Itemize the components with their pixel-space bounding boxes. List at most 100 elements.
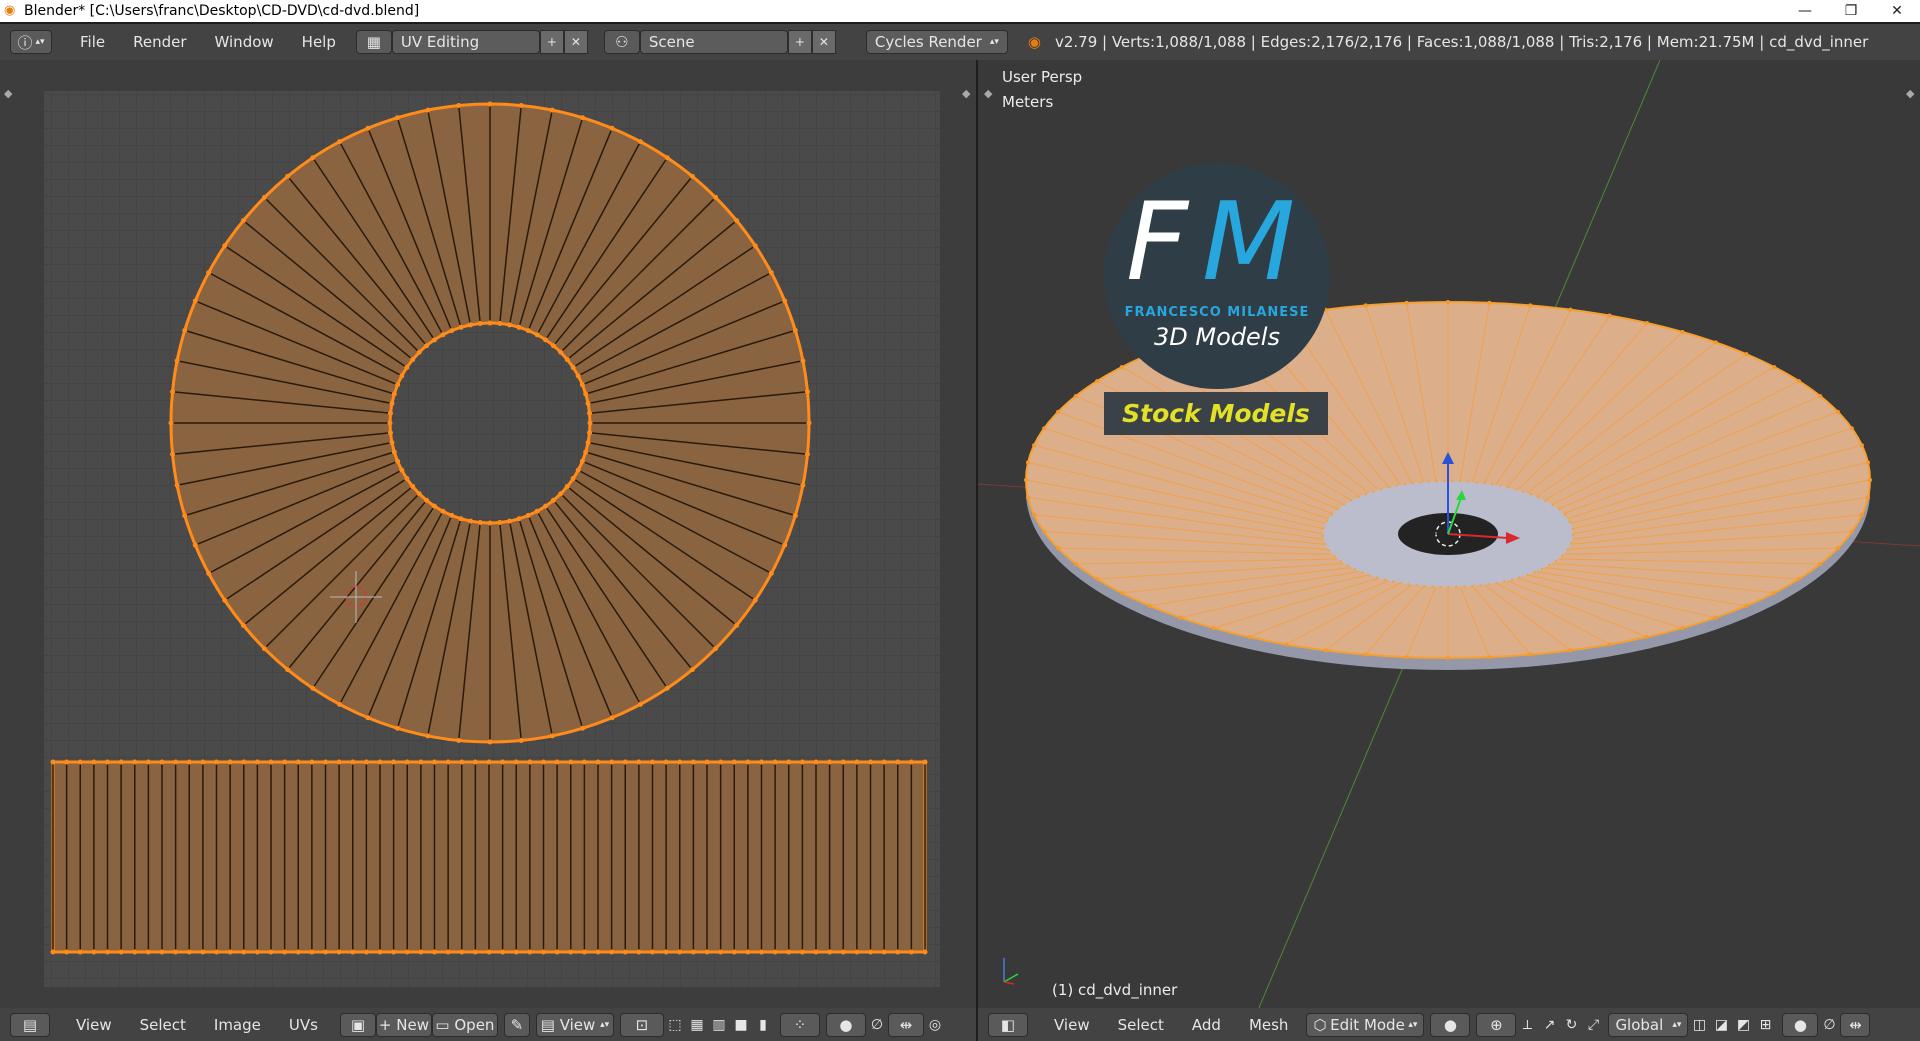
mesh-vertex[interactable] [1865, 495, 1870, 500]
region-toggle-icon[interactable]: ◆ [984, 87, 993, 100]
mesh-vertex[interactable] [1446, 656, 1450, 660]
add-screen-icon[interactable]: + [539, 30, 564, 54]
uv-vertex[interactable] [394, 725, 400, 731]
uv-vertex[interactable] [541, 759, 546, 765]
uv-vertex[interactable] [609, 949, 615, 955]
uv-vertex[interactable] [214, 759, 219, 765]
uv-vertex[interactable] [580, 115, 586, 121]
uv-vertex[interactable] [192, 298, 198, 304]
mesh-vertex[interactable] [1095, 576, 1100, 581]
scale-icon[interactable]: ⤢ [1582, 1013, 1604, 1037]
uv-vertex[interactable] [418, 949, 424, 955]
uv-vertex[interactable] [105, 759, 110, 765]
open-image-button[interactable]: ▭ Open [431, 1012, 498, 1037]
uv-vertex[interactable] [424, 343, 430, 349]
manipulator-icon[interactable]: ⟂ [1516, 1013, 1538, 1037]
uv-vertex[interactable] [240, 218, 246, 224]
uv-vertex[interactable] [456, 737, 462, 743]
uv-vertex[interactable] [387, 430, 393, 436]
uv-vertex[interactable] [222, 597, 228, 603]
remove-screen-icon[interactable]: ✕ [563, 30, 588, 54]
menu-add[interactable]: Add [1178, 1016, 1235, 1034]
mode-select[interactable]: ⬡ Edit Mode ▴▾ [1306, 1012, 1425, 1037]
uv-vertex[interactable] [759, 759, 764, 765]
new-image-button[interactable]: + New [375, 1012, 432, 1037]
uv-vertex[interactable] [745, 949, 751, 955]
uv-vertex[interactable] [595, 759, 601, 765]
uv-vertex[interactable] [389, 400, 395, 406]
uv-vertex[interactable] [650, 759, 655, 765]
uv-vertex[interactable] [459, 759, 465, 765]
sync-selection-icon[interactable]: ⬚ [664, 1013, 686, 1037]
render-engine-select[interactable]: Cycles Render ▴▾ [865, 30, 1008, 54]
uv-vertex[interactable] [908, 759, 914, 765]
rotate-icon[interactable]: ↻ [1560, 1013, 1582, 1037]
snap-element-select[interactable]: ⇹ [1840, 1012, 1871, 1037]
uv-vertex[interactable] [575, 467, 581, 473]
uv-vertex[interactable] [804, 389, 810, 395]
uv-vertex[interactable] [690, 949, 696, 955]
uv-vertex[interactable] [200, 949, 206, 955]
mesh-vertex[interactable] [1056, 409, 1061, 414]
uv-vertex[interactable] [323, 759, 328, 765]
uv-vertex[interactable] [200, 759, 206, 765]
uv-vertex[interactable] [622, 949, 628, 955]
uv-vertex[interactable] [881, 949, 887, 955]
uv-vertex[interactable] [50, 949, 56, 955]
uv-vertex[interactable] [310, 685, 316, 691]
uv-vertex[interactable] [404, 759, 410, 765]
mesh-vertex[interactable] [1147, 603, 1152, 608]
region-toggle-icon[interactable]: ◆ [962, 87, 971, 100]
mesh-vertex[interactable] [1056, 546, 1061, 551]
uv-vertex[interactable] [568, 949, 574, 955]
mesh-vertex[interactable] [1744, 603, 1749, 608]
uv-vertex[interactable] [159, 949, 165, 955]
uv-vertex[interactable] [77, 759, 83, 765]
uv-vertex[interactable] [554, 949, 560, 955]
snap-icon[interactable]: ∅ [1818, 1013, 1840, 1037]
uv-vertex[interactable] [170, 389, 176, 395]
uv-vertex[interactable] [145, 759, 151, 765]
uv-vertex[interactable] [477, 520, 483, 526]
mesh-vertex[interactable] [1818, 394, 1823, 399]
mesh-vertex[interactable] [1680, 329, 1685, 334]
uv-vertex[interactable] [518, 103, 524, 109]
uv-vertex[interactable] [516, 324, 522, 330]
mesh-vertex[interactable] [1026, 460, 1031, 465]
snap-icon[interactable]: ∅ [866, 1013, 888, 1037]
uv-vertex[interactable] [854, 949, 860, 955]
mesh-vertex[interactable] [1796, 379, 1801, 384]
uv-vertex[interactable] [587, 410, 593, 416]
uv-vertex[interactable] [365, 125, 371, 131]
mesh-vertex[interactable] [1026, 495, 1031, 500]
uv-vertex[interactable] [813, 949, 819, 955]
uv-vertex[interactable] [323, 949, 328, 955]
menu-mesh[interactable]: Mesh [1235, 1016, 1303, 1034]
mesh-vertex[interactable] [1247, 634, 1252, 639]
uv-vertex[interactable] [132, 949, 138, 955]
mesh-vertex[interactable] [1859, 512, 1864, 517]
uv-vertex[interactable] [895, 949, 901, 955]
mesh-vertex[interactable] [1868, 478, 1872, 482]
uv-vertex[interactable] [363, 759, 369, 765]
scene-browse[interactable]: ⚇ [603, 30, 640, 54]
mesh-vertex[interactable] [1713, 615, 1718, 620]
uv-vertex[interactable] [173, 949, 179, 955]
uv-vertex[interactable] [895, 759, 901, 765]
uv-vertex[interactable] [261, 194, 267, 200]
island-select-icon[interactable]: ▮ [752, 1013, 774, 1037]
uv-image-editor[interactable]: ◆ ◆ [0, 60, 976, 1008]
uv-vertex[interactable] [731, 949, 737, 955]
uv-vertex[interactable] [445, 949, 451, 955]
uv-vertex[interactable] [445, 759, 451, 765]
uv-vertex[interactable] [145, 949, 151, 955]
uv-vertex[interactable] [399, 373, 405, 379]
minimize-icon[interactable]: — [1782, 0, 1828, 22]
uv-vertex[interactable] [431, 503, 437, 509]
uv-vertex[interactable] [472, 949, 478, 955]
uv-vertex[interactable] [404, 364, 410, 370]
uv-vertex[interactable] [486, 949, 492, 955]
uv-vertex[interactable] [759, 949, 764, 955]
uv-vertex[interactable] [786, 949, 792, 955]
add-scene-icon[interactable]: + [787, 30, 812, 54]
